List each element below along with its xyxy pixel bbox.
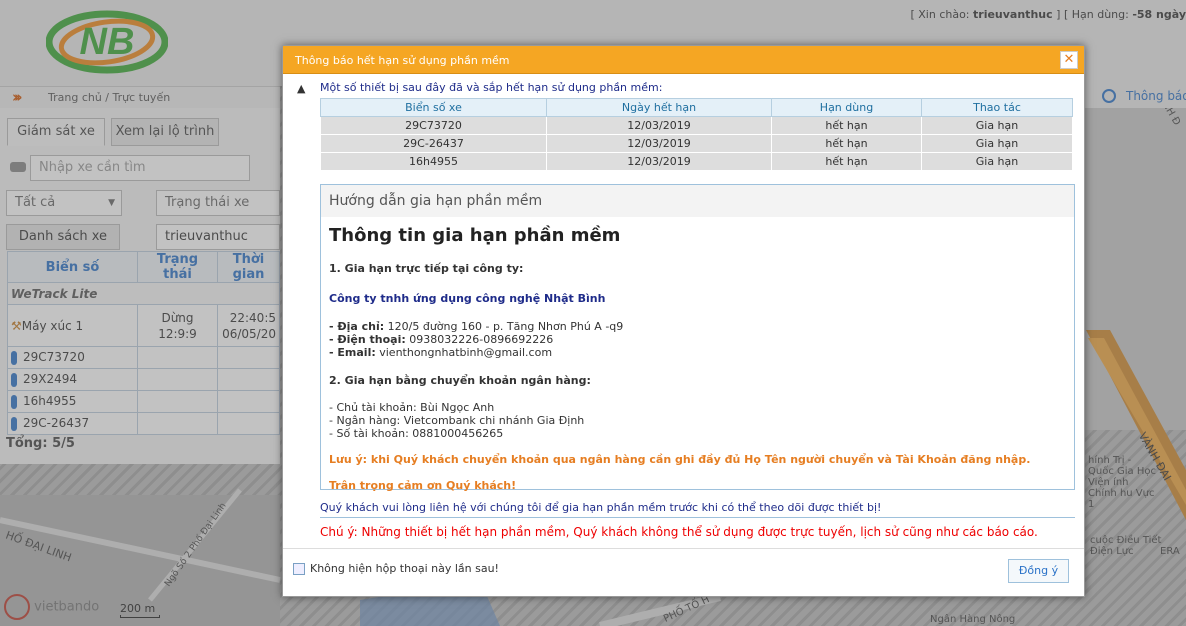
warning-icon: ▲ (297, 82, 306, 95)
dialog-intro: Một số thiết bị sau đây đã và sắp hết hạ… (320, 81, 663, 94)
bank-name: - Ngân hàng: Vietcombank chi nhánh Gia Đ… (329, 414, 585, 427)
table-row: 16h4955 12/03/2019 hết hạn Gia hạn (320, 152, 1073, 171)
close-icon[interactable]: ✕ (1060, 51, 1078, 69)
renew-link[interactable]: Gia hạn (921, 152, 1073, 171)
date-cell: 12/03/2019 (546, 152, 772, 171)
dont-show-again-checkbox[interactable] (293, 563, 305, 575)
renew-link[interactable]: Gia hạn (921, 134, 1073, 153)
expiry-table-header: Biển số xe Ngày hết hạn Hạn dùng Thao tá… (320, 98, 1073, 117)
thanks-text: Trân trọng cảm ơn Quý khách! (329, 479, 517, 492)
email-label: - Email: (329, 346, 376, 359)
term-cell: hết hạn (771, 152, 922, 171)
address-value: 120/5 đường 160 - p. Tăng Nhơn Phú A -q9 (387, 320, 624, 333)
transfer-note: Lưu ý: khi Quý khách chuyển khoản qua ng… (329, 453, 1031, 466)
date-cell: 12/03/2019 (546, 116, 772, 135)
column-expiry-date: Ngày hết hạn (546, 98, 772, 117)
column-action: Thao tác (921, 98, 1073, 117)
table-row: 29C73720 12/03/2019 hết hạn Gia hạn (320, 116, 1073, 135)
renew-link[interactable]: Gia hạn (921, 116, 1073, 135)
account-number: - Số tài khoản: 0881000456265 (329, 427, 504, 440)
agree-button[interactable]: Đồng ý (1008, 559, 1069, 583)
guide-title: Thông tin gia hạn phần mềm (329, 225, 621, 246)
guide-body: Thông tin gia hạn phần mềm 1. Gia hạn tr… (329, 223, 1067, 492)
section-bank: 2. Gia hạn bằng chuyển khoản ngân hàng: (329, 374, 591, 387)
account-holder: - Chủ tài khoản: Bùi Ngọc Anh (329, 401, 495, 414)
phone-label: - Điện thoại: (329, 333, 406, 346)
dont-show-again-label[interactable]: Không hiện hộp thoại này lần sau! (310, 562, 499, 575)
divider (320, 517, 1075, 518)
dialog-footer-divider (283, 548, 1084, 549)
email-value: vienthongnhatbinh@gmail.com (379, 346, 553, 359)
address-label: - Địa chỉ: (329, 320, 385, 333)
plate-cell: 16h4955 (320, 152, 547, 171)
expiry-table: Biển số xe Ngày hết hạn Hạn dùng Thao tá… (320, 98, 1073, 171)
guide-header: Hướng dẫn gia hạn phần mềm (321, 185, 1074, 217)
expiry-dialog: Thông báo hết hạn sử dụng phần mềm ✕ ▲ M… (282, 45, 1085, 597)
section-direct: 1. Gia hạn trực tiếp tại công ty: (329, 262, 524, 275)
phone-value: 0938032226-0896692226 (409, 333, 554, 346)
phone-line: - Điện thoại: 0938032226-0896692226 (329, 333, 1067, 346)
dialog-title: Thông báo hết hạn sử dụng phần mềm (295, 54, 510, 67)
dialog-header[interactable]: Thông báo hết hạn sử dụng phần mềm ✕ (283, 46, 1084, 74)
company-name: Công ty tnhh ứng dụng công nghệ Nhật Bìn… (329, 292, 606, 305)
column-term: Hạn dùng (771, 98, 922, 117)
caution-text: Chú ý: Những thiết bị hết hạn phần mềm, … (320, 525, 1038, 539)
date-cell: 12/03/2019 (546, 134, 772, 153)
contact-notice: Quý khách vui lòng liên hệ với chúng tôi… (320, 501, 882, 514)
plate-cell: 29C-26437 (320, 134, 547, 153)
address-line: - Địa chỉ: 120/5 đường 160 - p. Tăng Nhơ… (329, 320, 1067, 333)
plate-cell: 29C73720 (320, 116, 547, 135)
renewal-guide-panel: Hướng dẫn gia hạn phần mềm Thông tin gia… (320, 184, 1075, 492)
column-plate: Biển số xe (320, 98, 547, 117)
table-row: 29C-26437 12/03/2019 hết hạn Gia hạn (320, 134, 1073, 153)
term-cell: hết hạn (771, 134, 922, 153)
email-line: - Email: vienthongnhatbinh@gmail.com (329, 346, 1067, 359)
term-cell: hết hạn (771, 116, 922, 135)
